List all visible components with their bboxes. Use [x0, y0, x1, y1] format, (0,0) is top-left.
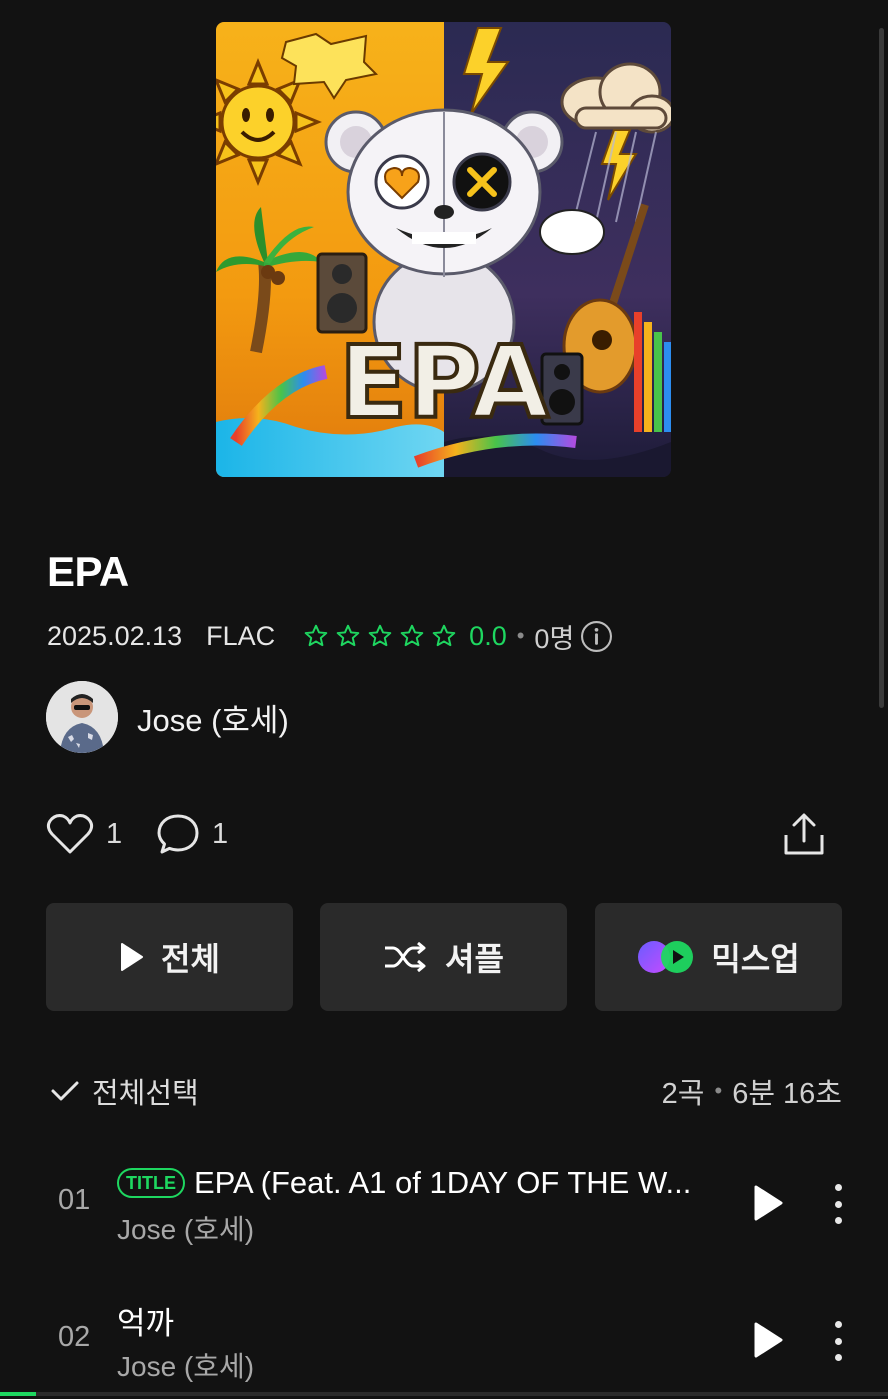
track-title[interactable]: 억까: [117, 1298, 174, 1343]
mixup-button[interactable]: 믹스업: [595, 903, 842, 1011]
shuffle-button[interactable]: 셔플: [320, 903, 567, 1011]
album-cover: EPA: [216, 22, 671, 477]
check-icon: [51, 1081, 79, 1101]
track-number: 01: [58, 1184, 91, 1216]
like-button[interactable]: 1: [46, 808, 122, 860]
playback-progress-fill: [0, 1392, 36, 1396]
play-icon: [121, 943, 144, 971]
rating-stars[interactable]: [303, 623, 463, 649]
play-all-label: 전체: [161, 941, 220, 977]
rating-count: 0명: [534, 623, 575, 654]
release-date: 2025.02.13: [47, 620, 183, 651]
mixup-icon: [638, 941, 694, 973]
star-icon[interactable]: [303, 623, 329, 649]
track-row[interactable]: 02 억까 Jose (호세): [0, 1285, 888, 1395]
shuffle-icon: [385, 942, 426, 972]
track-artist[interactable]: Jose (호세): [117, 1345, 727, 1385]
album-actions: 1 1: [46, 808, 842, 860]
star-icon[interactable]: [335, 623, 361, 649]
comment-count: 1: [212, 817, 229, 850]
comment-button[interactable]: 1: [156, 808, 228, 860]
artist-name[interactable]: Jose (호세): [137, 695, 289, 740]
select-all-button[interactable]: 전체선택: [50, 1070, 199, 1112]
cover-title-text: EPA: [339, 324, 549, 441]
track-artist[interactable]: Jose (호세): [117, 1208, 727, 1248]
more-options-icon[interactable]: [828, 1321, 848, 1361]
rating-value: 0.0: [469, 620, 507, 651]
mixup-label: 믹스업: [711, 941, 800, 977]
total-duration: 6분 16초: [732, 1078, 842, 1110]
track-title[interactable]: EPA (Feat. A1 of 1DAY OF THE W...: [194, 1165, 691, 1201]
track-play-icon[interactable]: [751, 1184, 785, 1222]
track-list-header: 전체선택 2곡 • 6분 16초: [50, 1068, 842, 1114]
star-icon[interactable]: [399, 623, 425, 649]
track-play-icon[interactable]: [751, 1321, 785, 1359]
artist-avatar[interactable]: [46, 681, 118, 753]
select-all-label: 전체선택: [92, 1078, 199, 1110]
track-info[interactable]: 억까 Jose (호세): [117, 1299, 727, 1385]
artist-row[interactable]: Jose (호세): [46, 681, 289, 753]
audio-format: FLAC: [206, 620, 276, 651]
track-row[interactable]: 01 TITLE EPA (Feat. A1 of 1DAY OF THE W.…: [0, 1148, 888, 1258]
info-icon[interactable]: [580, 620, 613, 653]
share-button[interactable]: [782, 808, 838, 860]
play-all-button[interactable]: 전체: [46, 903, 293, 1011]
more-options-icon[interactable]: [828, 1184, 848, 1224]
album-title: EPA: [47, 548, 129, 595]
track-number: 02: [58, 1321, 91, 1353]
track-info[interactable]: TITLE EPA (Feat. A1 of 1DAY OF THE W... …: [117, 1162, 727, 1248]
shuffle-label: 셔플: [445, 941, 504, 977]
star-icon[interactable]: [431, 623, 457, 649]
separator-dot: •: [714, 1078, 723, 1103]
track-summary: 2곡 • 6분 16초: [662, 1070, 842, 1112]
heart-icon: [46, 814, 94, 854]
star-icon[interactable]: [367, 623, 393, 649]
track-count: 2곡: [661, 1078, 705, 1110]
page-scrollbar[interactable]: [879, 28, 884, 708]
playback-buttons: 전체 셔플 믹스업: [46, 903, 842, 1011]
like-count: 1: [106, 817, 123, 850]
album-meta: 2025.02.13 FLAC 0.0 • 0명: [47, 614, 613, 658]
comment-icon: [157, 814, 199, 854]
title-track-badge: TITLE: [117, 1168, 185, 1198]
playback-progress-bar[interactable]: [0, 1392, 888, 1396]
separator-dot: •: [516, 623, 525, 648]
share-icon: [784, 813, 824, 855]
